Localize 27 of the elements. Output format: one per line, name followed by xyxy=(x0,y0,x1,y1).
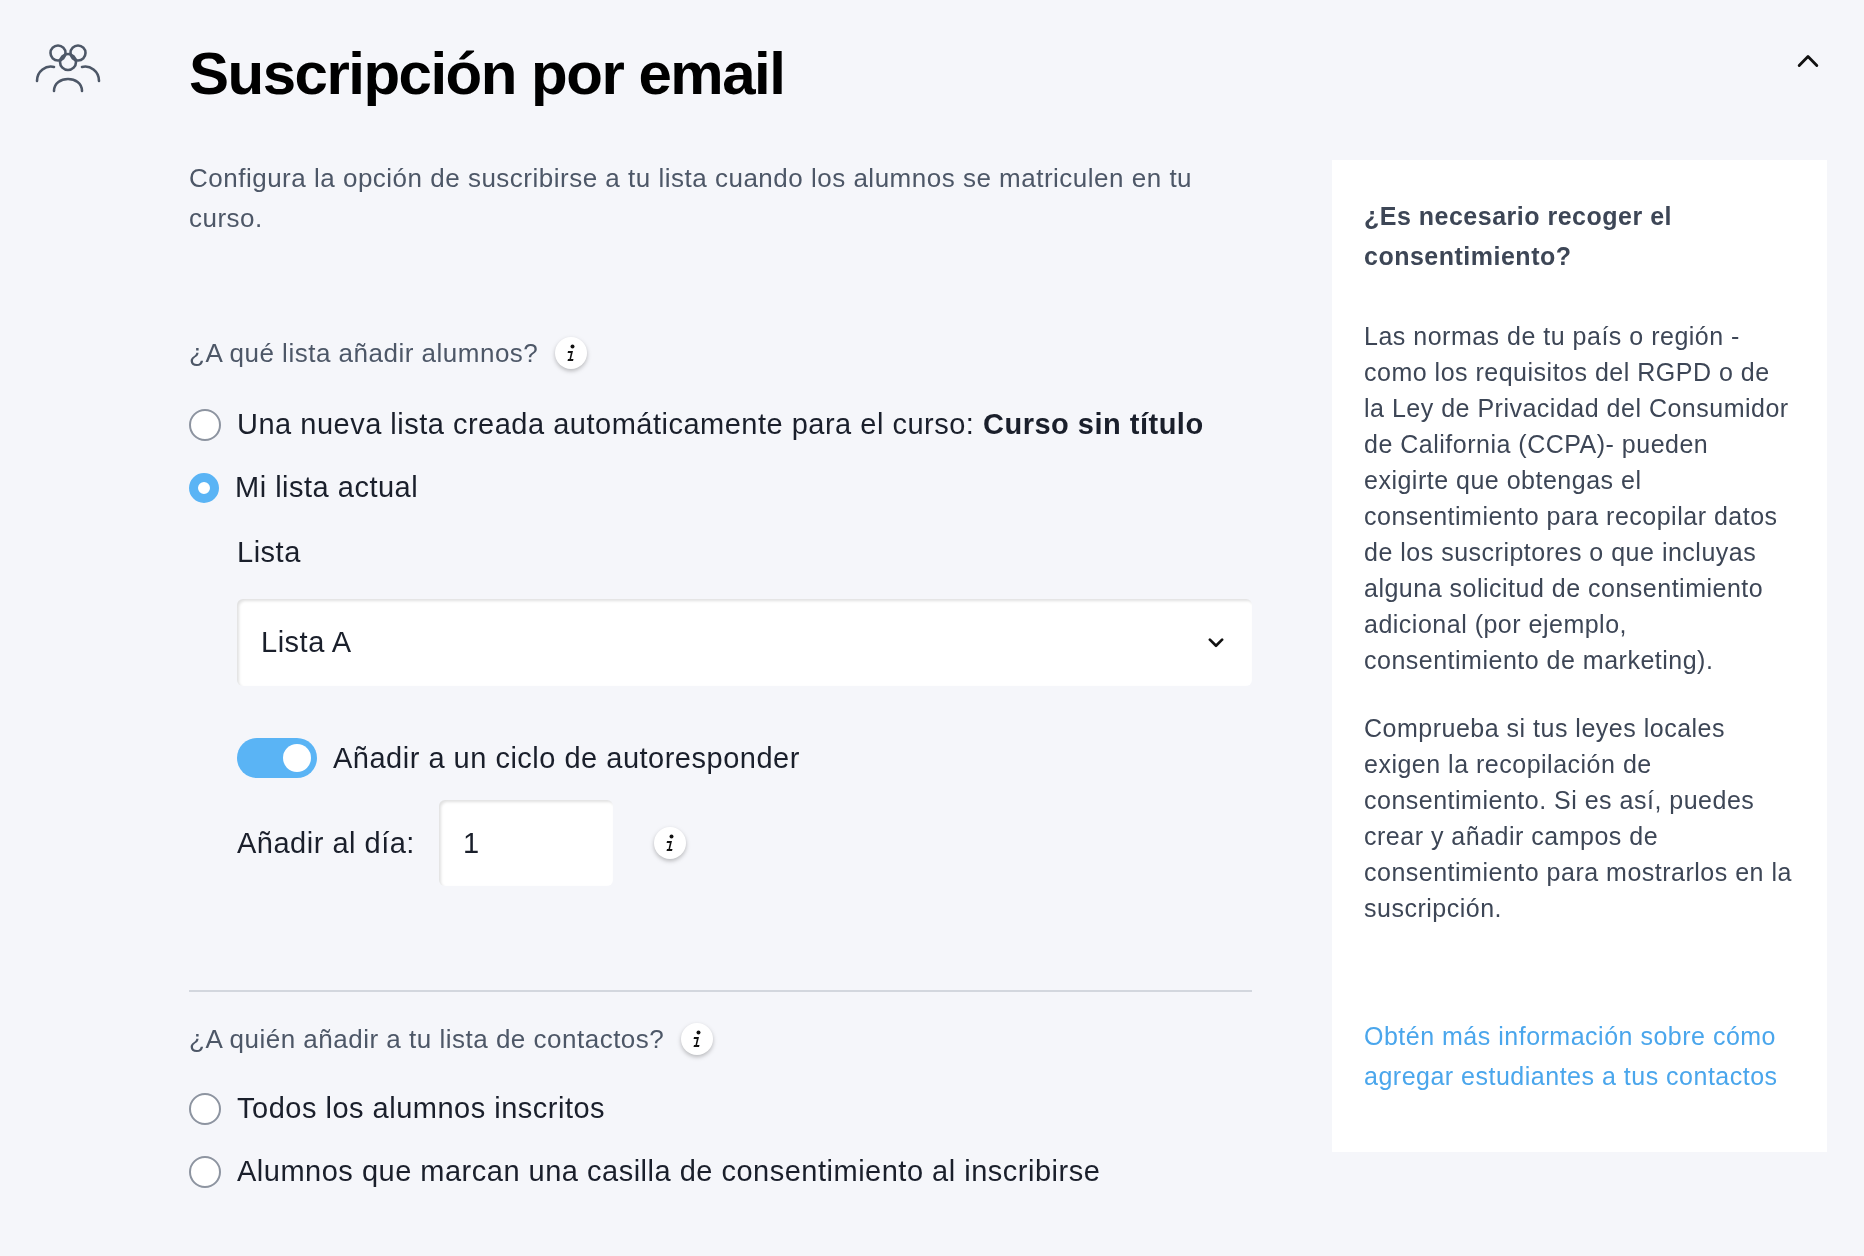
panel-title: ¿Es necesario recoger el consentimiento? xyxy=(1364,201,1673,272)
field-label: Añadir al día: xyxy=(237,826,415,860)
radio-label: Alumnos que marcan una casilla de consentimiento al inscribirse xyxy=(237,1155,1101,1188)
list-dropdown[interactable]: Lista A xyxy=(237,599,1252,686)
question-label: ¿A quién añadir a tu lista de contactos? xyxy=(189,1023,665,1055)
people-icon xyxy=(34,42,102,94)
radio-button[interactable] xyxy=(189,1092,221,1125)
chevron-down-icon xyxy=(1208,637,1224,648)
day-input[interactable]: 1 xyxy=(438,800,613,886)
radio-button[interactable] xyxy=(189,408,221,441)
radio-label: Mi lista actual xyxy=(235,471,419,504)
field-label: Lista xyxy=(237,536,302,569)
question-label: ¿A qué lista añadir alumnos? xyxy=(189,337,539,369)
info-icon[interactable] xyxy=(554,336,589,370)
autoresponder-toggle[interactable] xyxy=(237,738,317,778)
info-icon[interactable] xyxy=(652,826,687,860)
radio-button[interactable] xyxy=(189,1155,221,1188)
radio-label: Todos los alumnos inscritos xyxy=(237,1092,606,1125)
radio-button[interactable] xyxy=(189,472,219,503)
radio-label: Una nueva lista creada automáticamente para el curso: Curso sin título xyxy=(237,408,1204,441)
info-icon[interactable] xyxy=(680,1022,715,1056)
toggle-label: Añadir a un ciclo de autoresponder xyxy=(333,741,800,775)
chevron-up-icon xyxy=(1797,54,1819,68)
section-title: Suscripción por email xyxy=(189,39,785,109)
panel-paragraph: Las normas de tu país o región -como los requisitos del RGPD o de la Ley de Privacidad del Consumidor de California (CCPA)- pueden exigirte que obtengas el consentimiento para recopilar datos de los suscriptores o que incluyas alguna solicitud de consentimiento adicional (por ejemplo, consentimiento de marketing). xyxy=(1364,321,1790,676)
description-text: Configura la opción de suscribirse a tu lista cuando los alumnos se matriculen en tu curso. xyxy=(189,162,1194,235)
panel-paragraph: Comprueba si tus leyes locales exigen la recopilación de consentimiento. Si es así, puedes crear y añadir campos de consentimiento para mostrarlos en la suscripción. xyxy=(1364,713,1793,924)
